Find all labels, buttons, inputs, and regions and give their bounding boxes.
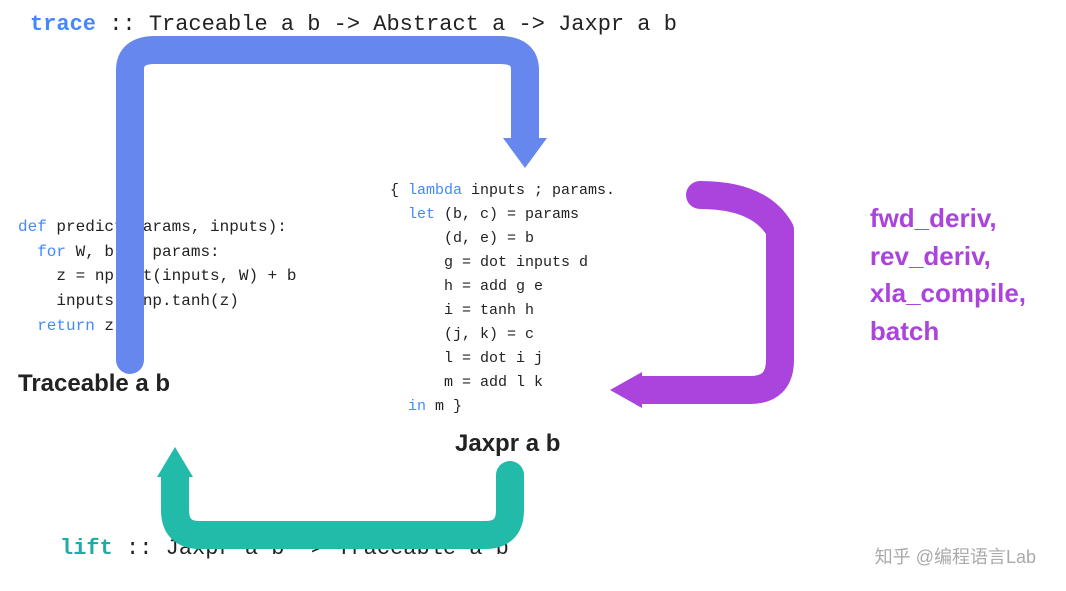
- top-signature: trace :: Traceable a b -> Abstract a -> …: [30, 12, 677, 37]
- right-label-fwd: fwd_deriv,: [870, 200, 1026, 238]
- traceable-label: Traceable a b: [18, 370, 170, 398]
- lift-keyword: lift: [60, 536, 113, 561]
- jaxpr-code-block: { lambda inputs ; params. let (b, c) = p…: [390, 155, 615, 419]
- right-label-rev: rev_deriv,: [870, 238, 1026, 276]
- top-signature-rest: :: Traceable a b -> Abstract a -> Jaxpr …: [96, 12, 677, 37]
- right-labels: fwd_deriv, rev_deriv, xla_compile, batch: [870, 200, 1026, 351]
- watermark: 知乎 @编程语言Lab: [875, 543, 1036, 569]
- bottom-signature: lift :: Jaxpr a b -> Traceable a b: [60, 536, 509, 561]
- bottom-signature-rest: :: Jaxpr a b -> Traceable a b: [113, 536, 509, 561]
- jaxpr-label: Jaxpr a b: [455, 430, 560, 458]
- right-label-xla: xla_compile,: [870, 275, 1026, 313]
- right-label-batch: batch: [870, 313, 1026, 351]
- python-code-block: def predict(params, inputs): for W, b in…: [18, 190, 296, 339]
- trace-keyword: trace: [30, 12, 96, 37]
